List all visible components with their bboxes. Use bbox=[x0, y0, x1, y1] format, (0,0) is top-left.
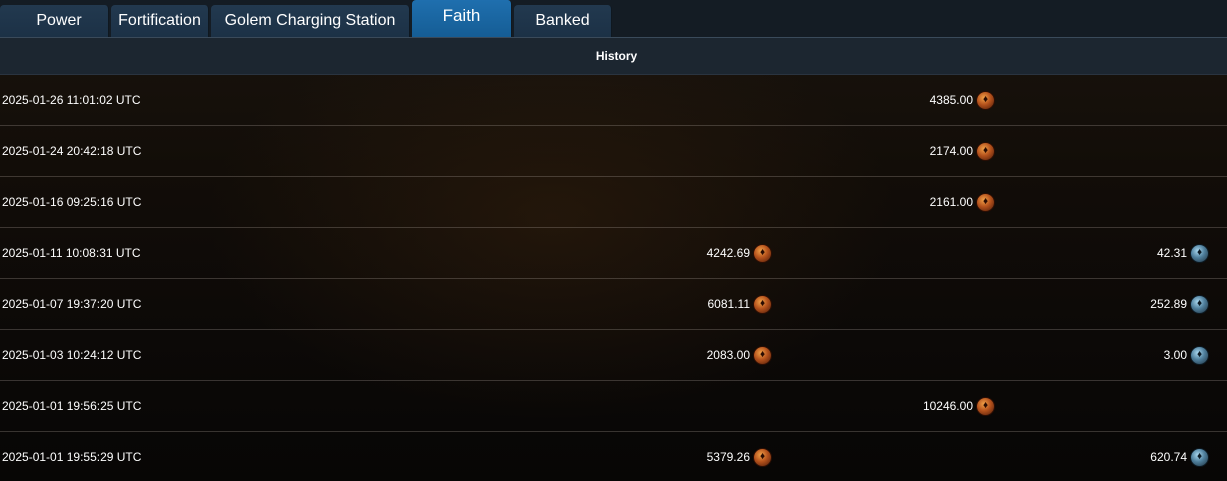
faith-coin-icon: ♦ bbox=[976, 396, 995, 416]
row-amount-center: 10246.00 ♦ bbox=[795, 381, 995, 431]
row-date: 2025-01-01 19:55:29 UTC bbox=[2, 450, 142, 464]
history-title: History bbox=[595, 49, 638, 63]
row-date: 2025-01-24 20:42:18 UTC bbox=[2, 144, 142, 158]
faith-coin-icon: ♦ bbox=[753, 294, 772, 314]
amount-value: 2174.00 bbox=[929, 144, 973, 158]
table-row: 2025-01-24 20:42:18 UTC 2174.00 ♦ bbox=[0, 126, 1227, 177]
row-date: 2025-01-03 10:24:12 UTC bbox=[2, 348, 142, 362]
tab-bar: Power Fortification Golem Charging Stati… bbox=[0, 0, 1227, 37]
faith-coin-icon: ♦ bbox=[753, 345, 772, 365]
row-amount-right: 3.00 ♦ bbox=[1009, 330, 1209, 380]
amount-value: 2083.00 bbox=[706, 348, 750, 362]
row-amount-right: 42.31 ♦ bbox=[1009, 228, 1209, 278]
tab-fortification[interactable]: Fortification bbox=[111, 5, 209, 37]
row-date: 2025-01-26 11:01:02 UTC bbox=[2, 93, 141, 107]
tab-faith[interactable]: Faith bbox=[412, 0, 512, 37]
row-amount-center: 2161.00 ♦ bbox=[795, 177, 995, 227]
row-date: 2025-01-07 19:37:20 UTC bbox=[2, 297, 142, 311]
faith-coin-icon: ♦ bbox=[753, 447, 772, 467]
row-date: 2025-01-11 10:08:31 UTC bbox=[2, 246, 141, 260]
table-row: 2025-01-01 19:56:25 UTC 10246.00 ♦ bbox=[0, 381, 1227, 432]
row-amount-mid: 5379.26 ♦ bbox=[572, 432, 772, 481]
table-row: 2025-01-26 11:01:02 UTC 4385.00 ♦ bbox=[0, 75, 1227, 126]
amount-value: 620.74 bbox=[1150, 450, 1187, 464]
table-row: 2025-01-16 09:25:16 UTC 2161.00 ♦ bbox=[0, 177, 1227, 228]
blue-coin-icon: ♦ bbox=[1190, 447, 1209, 467]
faith-coin-icon: ♦ bbox=[976, 141, 995, 161]
history-table: 2025-01-26 11:01:02 UTC 4385.00 ♦ 2025-01-2… bbox=[0, 75, 1227, 481]
faith-coin-icon: ♦ bbox=[753, 243, 772, 263]
row-amount-center: 2174.00 ♦ bbox=[795, 126, 995, 176]
blue-coin-icon: ♦ bbox=[1190, 243, 1209, 263]
amount-value: 2161.00 bbox=[929, 195, 973, 209]
amount-value: 42.31 bbox=[1156, 246, 1187, 260]
row-amount-mid: 6081.11 ♦ bbox=[572, 279, 772, 329]
blue-coin-icon: ♦ bbox=[1190, 345, 1209, 365]
amount-value: 4385.00 bbox=[929, 93, 973, 107]
row-date: 2025-01-16 09:25:16 UTC bbox=[2, 195, 142, 209]
table-row: 2025-01-03 10:24:12 UTC 2083.00 ♦ 3.00 ♦ bbox=[0, 330, 1227, 381]
blue-coin-icon: ♦ bbox=[1190, 294, 1209, 314]
amount-value: 252.89 bbox=[1150, 297, 1187, 311]
row-amount-center: 4385.00 ♦ bbox=[795, 75, 995, 125]
table-row: 2025-01-07 19:37:20 UTC 6081.11 ♦ 252.89 ♦ bbox=[0, 279, 1227, 330]
amount-value: 3.00 bbox=[1163, 348, 1187, 362]
row-date: 2025-01-01 19:56:25 UTC bbox=[2, 399, 142, 413]
row-amount-right: 620.74 ♦ bbox=[1009, 432, 1209, 481]
row-amount-mid: 2083.00 ♦ bbox=[572, 330, 772, 380]
amount-value: 4242.69 bbox=[706, 246, 750, 260]
faith-coin-icon: ♦ bbox=[976, 192, 995, 212]
table-row: 2025-01-11 10:08:31 UTC 4242.69 ♦ 42.31 ♦ bbox=[0, 228, 1227, 279]
amount-value: 6081.11 bbox=[707, 297, 751, 311]
tab-golem-charging-station[interactable]: Golem Charging Station bbox=[211, 5, 410, 37]
row-amount-mid: 4242.69 ♦ bbox=[572, 228, 772, 278]
row-amount-right: 252.89 ♦ bbox=[1009, 279, 1209, 329]
amount-value: 10246.00 bbox=[922, 399, 973, 413]
tab-banked[interactable]: Banked bbox=[514, 5, 612, 37]
faith-coin-icon: ♦ bbox=[976, 90, 995, 110]
page: Power Fortification Golem Charging Stati… bbox=[0, 0, 1227, 481]
tab-power[interactable]: Power bbox=[0, 5, 109, 37]
history-header: History bbox=[0, 37, 1227, 75]
table-row: 2025-01-01 19:55:29 UTC 5379.26 ♦ 620.74 ♦ bbox=[0, 432, 1227, 481]
amount-value: 5379.26 bbox=[706, 450, 750, 464]
